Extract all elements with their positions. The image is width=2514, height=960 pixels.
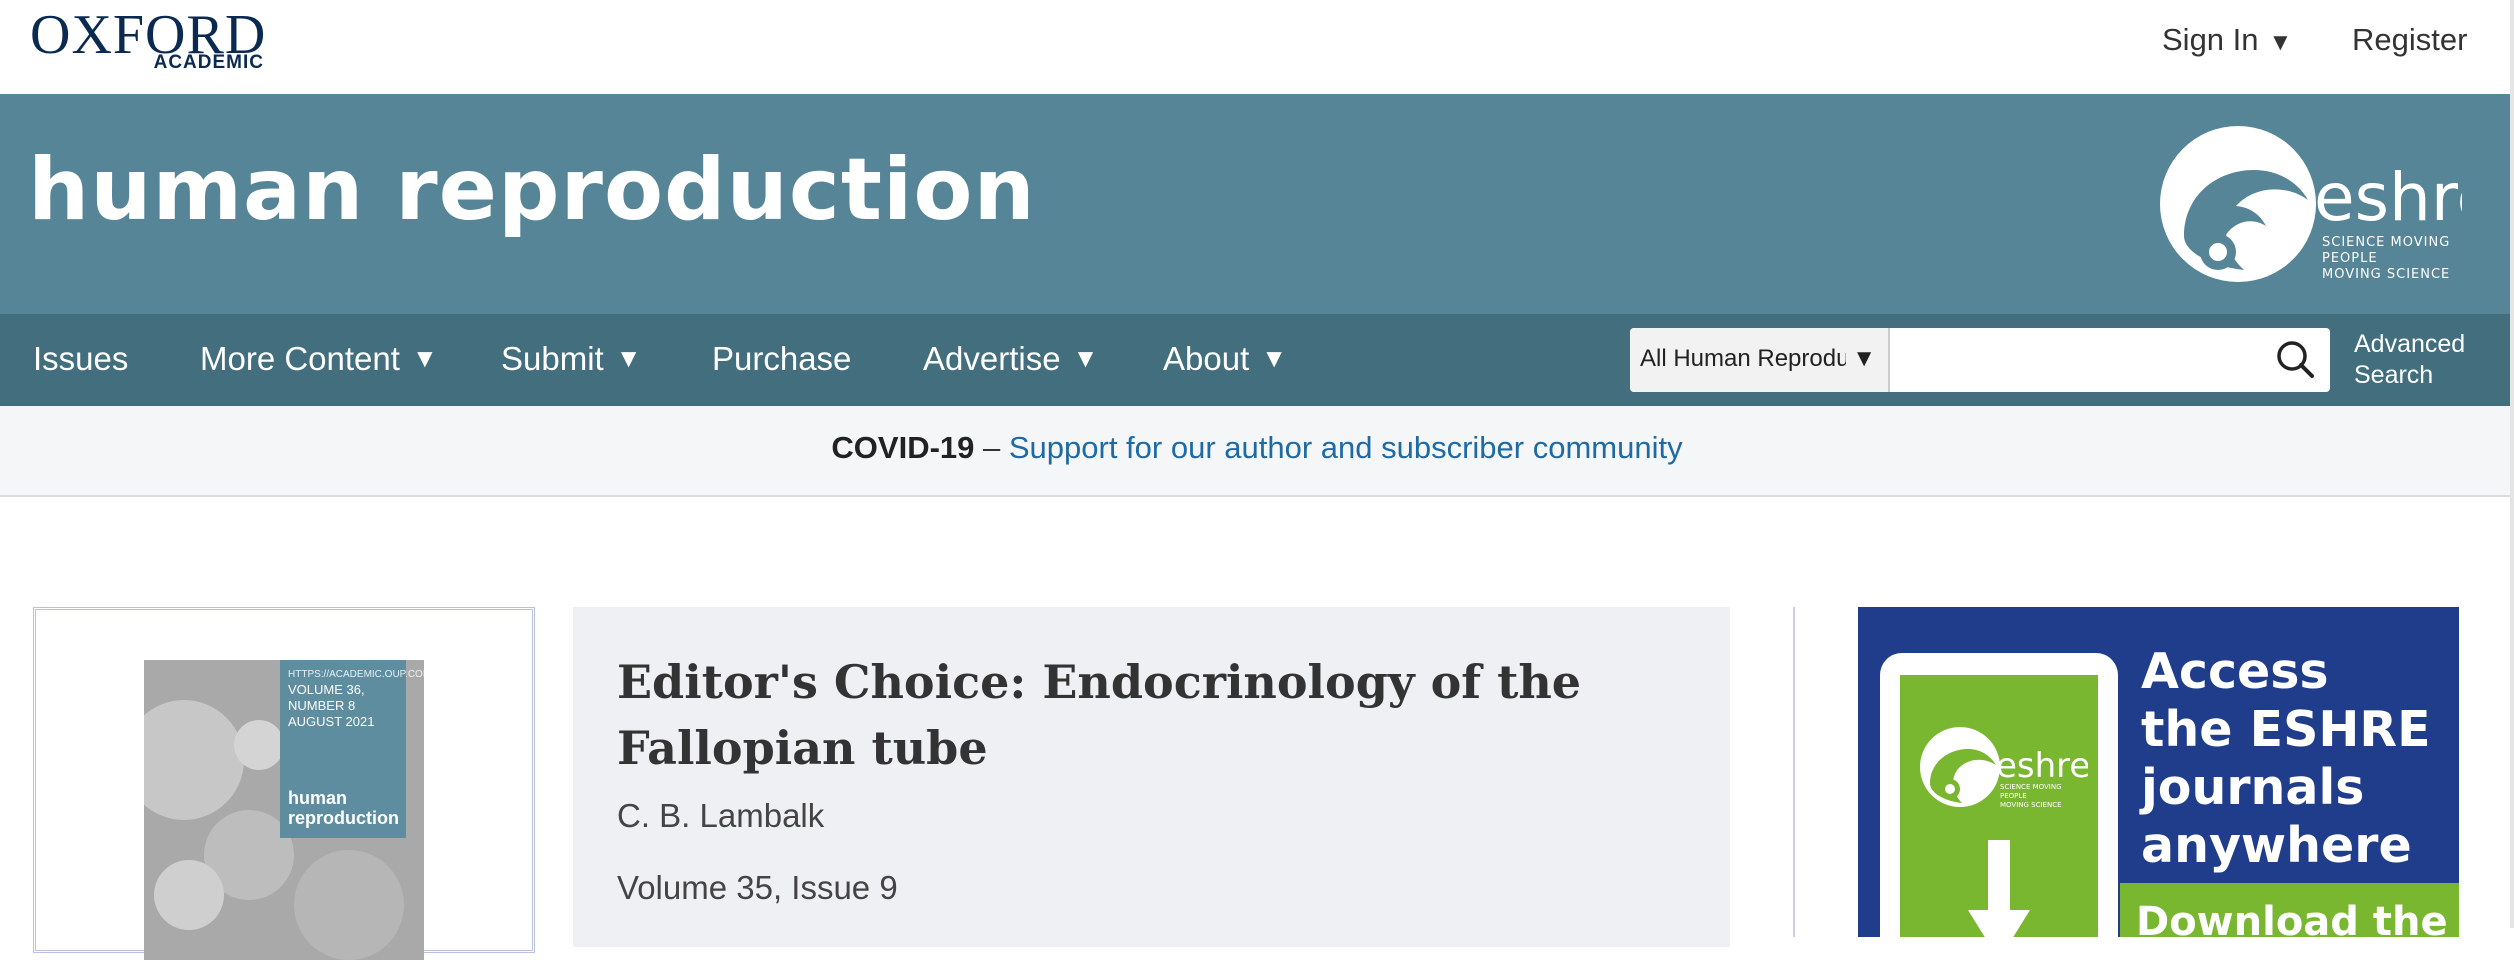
cover-url: HTTPS://ACADEMIC.OUP.COM/HUMREP [288, 669, 424, 680]
nav-item-submit[interactable]: Submit ▼ [501, 340, 641, 378]
ad-cta-text: Download the [2136, 899, 2448, 937]
cover-title-panel: HTTPS://ACADEMIC.OUP.COM/HUMREP VOLUME 3… [280, 660, 424, 838]
ad-eshre-tagline-3: MOVING SCIENCE [2000, 801, 2062, 809]
advanced-search-link[interactable]: Advanced Search [2354, 329, 2465, 391]
nav-item-label: More Content [200, 340, 400, 377]
phone-illustration: eshre SCIENCE MOVING PEOPLE MOVING SCIEN… [1880, 653, 2118, 937]
article-author: C. B. Lambalk [617, 797, 825, 834]
ad-headline-line-2: the ESHRE [2141, 701, 2431, 758]
ad-eshre-tagline-1: SCIENCE MOVING [2000, 783, 2062, 791]
caret-down-icon: ▼ [2268, 29, 2293, 56]
ad-headline: Access the ESHRE journals anywhere [2141, 643, 2431, 875]
oxford-academic-logo[interactable]: OXFORD ACADEMIC [30, 4, 270, 78]
cover-texture [294, 850, 404, 960]
top-bar: OXFORD ACADEMIC Sign In ▼ Register [0, 0, 2514, 94]
nav-item-label: Submit [501, 340, 604, 377]
cover-title: human reproduction [288, 788, 399, 828]
nav-item-advertise[interactable]: Advertise ▼ [923, 340, 1098, 378]
journal-title[interactable]: human reproduction [28, 138, 1036, 242]
ad-headline-line-1: Access [2141, 643, 2329, 700]
download-arrow-icon [1968, 840, 2030, 937]
main-nav: Issues More Content ▼ Submit ▼ Purchase Ad… [0, 314, 2514, 406]
caret-down-icon: ▼ [1261, 343, 1287, 373]
cover-texture [154, 860, 224, 930]
nav-item-issues[interactable]: Issues [33, 340, 128, 378]
search-scope-value: All Human Reproduction [1640, 345, 1846, 372]
sign-in-label: Sign In [2162, 22, 2259, 57]
sign-in-button[interactable]: Sign In ▼ [2162, 22, 2292, 58]
eshre-app-advertisement[interactable]: eshre SCIENCE MOVING PEOPLE MOVING SCIEN… [1858, 607, 2459, 937]
caret-down-icon: ▼ [411, 343, 438, 373]
covid-notice-bar: COVID-19 – Support for our author and su… [0, 406, 2514, 497]
nav-item-label: Advertise [923, 340, 1061, 377]
article-volume-issue: Volume 35, Issue 9 [617, 869, 898, 906]
article-title-link[interactable]: Editor's Choice: Endocrinology of the Fa… [617, 649, 1637, 781]
ad-eshre-tagline-2: PEOPLE [2000, 792, 2027, 800]
covid-notice-label: COVID-19 [831, 430, 975, 465]
advanced-search-line-1: Advanced [2354, 330, 2466, 358]
eshre-logo[interactable]: eshre SCIENCE MOVING PEOPLE MOVING SCIEN… [2158, 124, 2462, 286]
nav-item-label: Issues [33, 340, 129, 377]
cover-title-line-2: reproduction [288, 808, 399, 828]
issue-cover-frame[interactable]: HTTPS://ACADEMIC.OUP.COM/HUMREP VOLUME 3… [33, 607, 535, 960]
search-input[interactable] [1892, 334, 2266, 388]
register-link[interactable]: Register [2352, 22, 2467, 58]
cover-texture [144, 700, 244, 820]
cover-volume: VOLUME 36, NUMBER 8 AUGUST 2021 [288, 682, 406, 730]
page-scrollbar[interactable] [2510, 0, 2514, 928]
journal-banner: human reproduction eshre SCIENCE MOVING … [0, 94, 2514, 314]
ad-headline-line-3: journals [2141, 759, 2365, 816]
featured-article-card: Editor's Choice: Endocrinology of the Fa… [573, 607, 1730, 947]
search-form: All Human Reproduction ▼ [1630, 328, 2330, 392]
logo-sub-text: ACADEMIC [153, 52, 264, 73]
eshre-logo-text: eshre [2314, 159, 2462, 236]
caret-down-icon: ▼ [1852, 345, 1876, 372]
search-scope-select[interactable]: All Human Reproduction ▼ [1630, 328, 1890, 392]
covid-notice-separator: – [974, 430, 1009, 465]
eshre-tagline-3: MOVING SCIENCE [2322, 267, 2450, 282]
eshre-tagline-2: PEOPLE [2322, 251, 2378, 266]
nav-item-about[interactable]: About ▼ [1163, 340, 1287, 378]
column-divider [1793, 607, 1795, 937]
phone-screen: eshre SCIENCE MOVING PEOPLE MOVING SCIEN… [1900, 675, 2098, 937]
nav-item-label: About [1163, 340, 1250, 377]
cover-texture [234, 720, 284, 770]
advanced-search-line-2: Search [2354, 361, 2434, 389]
issue-cover-image[interactable]: HTTPS://ACADEMIC.OUP.COM/HUMREP VOLUME 3… [144, 660, 424, 960]
caret-down-icon: ▼ [1072, 343, 1099, 373]
nav-item-label: Purchase [712, 340, 852, 377]
covid-support-link[interactable]: Support for our author and subscriber co… [1009, 430, 1683, 465]
search-icon[interactable] [2270, 334, 2322, 386]
cover-volume-line-2: AUGUST 2021 [288, 714, 375, 729]
eshre-tagline-1: SCIENCE MOVING [2322, 235, 2450, 250]
eshre-logo: eshre SCIENCE MOVING PEOPLE MOVING SCIEN… [1920, 727, 2088, 809]
ad-headline-line-4: anywhere [2141, 817, 2412, 874]
caret-down-icon: ▼ [615, 343, 642, 373]
ad-eshre-logo-text: eshre [1996, 746, 2088, 786]
cover-volume-line-1: VOLUME 36, NUMBER 8 [288, 682, 365, 713]
nav-item-purchase[interactable]: Purchase [712, 340, 851, 378]
covid-notice: COVID-19 – Support for our author and su… [0, 430, 2514, 466]
nav-item-more-content[interactable]: More Content ▼ [200, 340, 438, 378]
cover-title-line-1: human [288, 788, 348, 808]
